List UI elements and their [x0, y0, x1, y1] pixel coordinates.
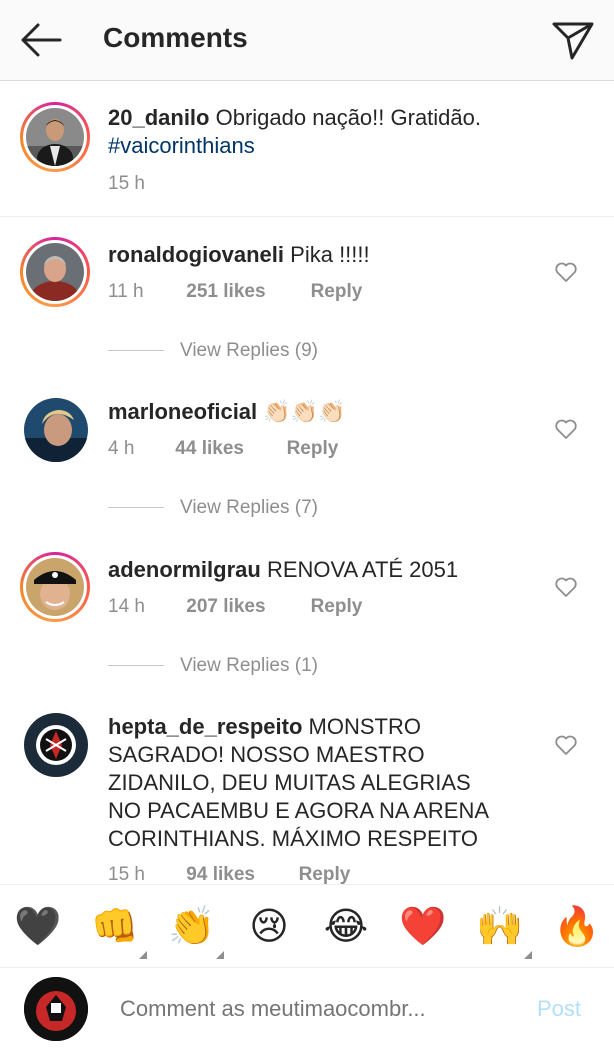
caption-hashtag[interactable]: #vaicorinthians [108, 133, 255, 158]
avatar[interactable] [24, 398, 88, 462]
comment-time: 14 h [108, 596, 145, 617]
comment-time: 4 h [108, 438, 135, 459]
view-replies-link[interactable]: View Replies (1) [108, 655, 318, 677]
view-replies-label: View Replies (9) [180, 340, 318, 361]
comment-text-line: CORINTHIANS. MÁXIMO RESPEITO [108, 826, 478, 851]
comment-likes[interactable]: 44 likes [175, 438, 281, 460]
comment-username[interactable]: adenormilgrau [108, 557, 261, 582]
red-heart-emoji-button[interactable]: ❤️ [399, 903, 447, 951]
heart-icon[interactable] [554, 576, 578, 598]
comment-username[interactable]: ronaldogiovaneli [108, 242, 284, 267]
heart-icon[interactable] [554, 261, 578, 283]
caption-avatar-ring[interactable] [20, 102, 90, 172]
reply-button[interactable]: Reply [299, 864, 351, 886]
black-heart-emoji-button[interactable]: 🖤 [14, 903, 62, 951]
arrow-left-icon [21, 23, 62, 57]
divider [108, 507, 164, 509]
avatar[interactable] [24, 713, 88, 777]
comment-time: 15 h [108, 864, 145, 885]
heart-icon[interactable] [554, 734, 578, 756]
reply-button[interactable]: Reply [311, 281, 363, 303]
comment-text-line: NO PACAEMBU E AGORA NA ARENA [108, 798, 490, 823]
comment-text: 👏🏻👏🏻👏🏻 [263, 399, 346, 424]
avatar [26, 243, 84, 301]
divider [108, 350, 164, 352]
page-title: Comments [103, 22, 248, 53]
comment-likes[interactable]: 251 likes [186, 281, 305, 303]
comment-likes[interactable]: 207 likes [186, 596, 305, 618]
avatar [26, 558, 84, 616]
caption-text: Obrigado nação!! Gratidão. [215, 105, 481, 130]
comment-input[interactable] [120, 996, 500, 1022]
user-avatar [24, 977, 88, 1041]
view-replies-label: View Replies (1) [180, 655, 318, 676]
tears-of-joy-emoji-button[interactable]: 😂 [322, 903, 370, 951]
paper-plane-icon [552, 22, 594, 60]
comment-text-line: SAGRADO! NOSSO MAESTRO [108, 742, 425, 767]
commenter-avatar-ring[interactable] [20, 552, 90, 622]
comment-likes[interactable]: 94 likes [186, 864, 293, 886]
view-replies-label: View Replies (7) [180, 497, 318, 518]
send-button[interactable] [550, 18, 596, 62]
raised-hands-emoji-button[interactable]: 🙌 [476, 903, 532, 959]
raised-hands-emoji-icon: 🙌 [476, 906, 524, 948]
comment-text: RENOVA ATÉ 2051 [266, 557, 459, 582]
view-replies-link[interactable]: View Replies (9) [108, 340, 318, 362]
caption-time: 15 h [108, 173, 145, 194]
caption-username[interactable]: 20_danilo [108, 105, 209, 130]
comment-time: 11 h [108, 281, 144, 302]
view-replies-link[interactable]: View Replies (7) [108, 497, 318, 519]
divider [108, 665, 164, 667]
comment-text-line: ZIDANILO, DEU MUITAS ALEGRIAS [108, 770, 471, 795]
comment-composer: Post [0, 969, 614, 1049]
clap-emoji-button[interactable]: 👏 [168, 903, 224, 959]
fist-emoji-button[interactable]: 👊 [91, 903, 147, 959]
top-bar: Comments [0, 0, 614, 81]
comment-username[interactable]: marloneoficial [108, 399, 257, 424]
avatar [26, 108, 84, 166]
post-button[interactable]: Post [537, 996, 581, 1022]
heart-icon[interactable] [554, 418, 578, 440]
comment-username[interactable]: hepta_de_respeito [108, 714, 302, 739]
fire-emoji-button[interactable]: 🔥 [553, 903, 601, 951]
crying-emoji-button[interactable]: 😢 [245, 903, 293, 951]
comment-text-line: MONSTRO [308, 714, 421, 739]
back-button[interactable] [18, 20, 64, 60]
reply-button[interactable]: Reply [311, 596, 363, 618]
commenter-avatar-ring[interactable] [20, 237, 90, 307]
comment-text: Pika !!!!! [290, 242, 370, 267]
reply-button[interactable]: Reply [287, 438, 339, 460]
fist-emoji-icon: 👊 [91, 906, 139, 948]
emoji-reaction-bar: 🖤 👊 👏 😢 😂 ❤️ 🙌 🔥 [0, 884, 614, 968]
post-caption: 20_danilo Obrigado nação!! Gratidão. #va… [0, 82, 614, 217]
clap-emoji-icon: 👏 [168, 906, 216, 948]
